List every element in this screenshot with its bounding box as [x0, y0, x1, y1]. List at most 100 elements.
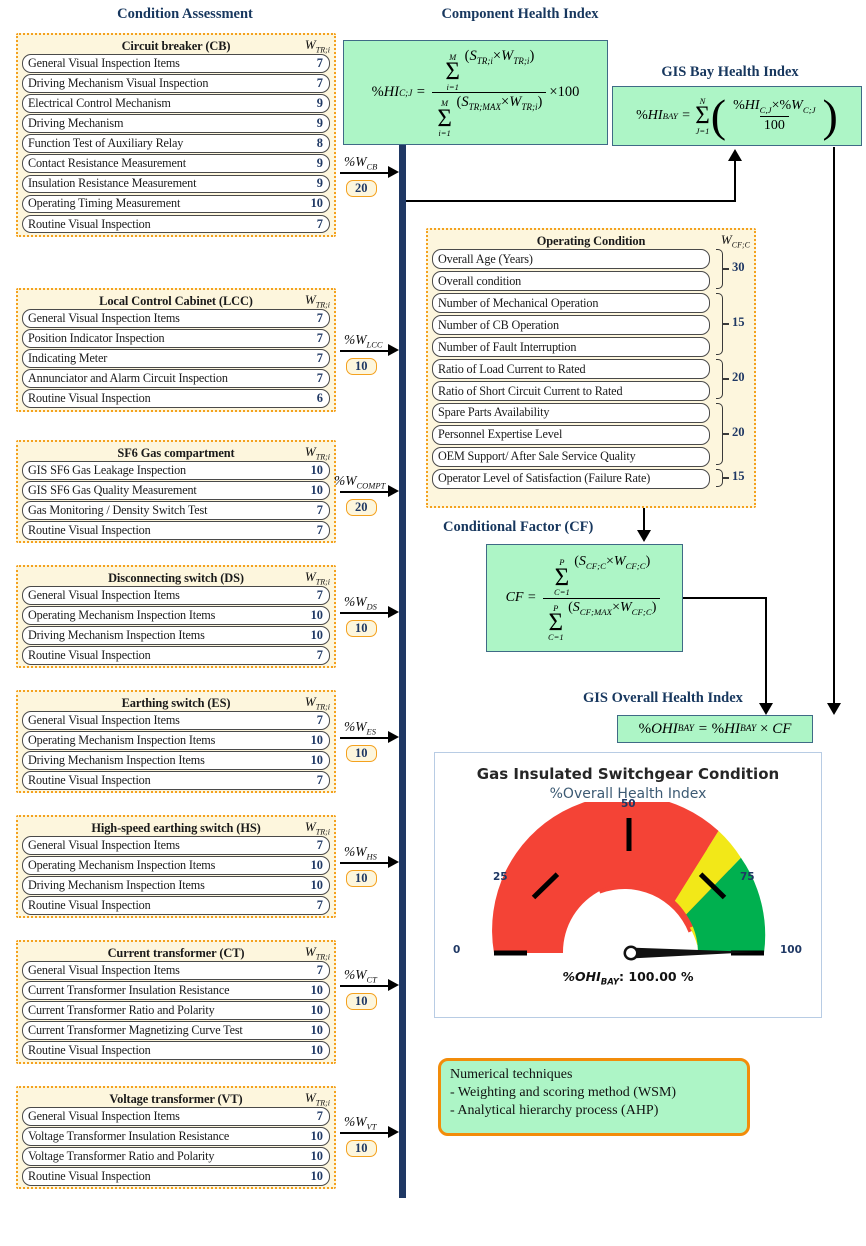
- weight-symbol-tr: WTR;i: [304, 292, 330, 310]
- assessment-row-label: GIS SF6 Gas Leakage Inspection: [28, 462, 186, 477]
- assessment-row[interactable]: Routine Visual Inspection 6: [22, 389, 330, 408]
- weight-arrow-line: [340, 985, 390, 987]
- assessment-row-weight: 7: [316, 587, 323, 602]
- assessment-row[interactable]: Operating Mechanism Inspection Items 10: [22, 731, 330, 750]
- operating-condition-brace-tick: [723, 433, 729, 435]
- gauge-value-label: %OHIBAY: 100.00 %: [562, 969, 694, 988]
- panel-title-high-speed-earthing-switch: High-speed earthing switch (HS): [91, 821, 261, 835]
- operating-condition-brace-tick: [723, 268, 729, 270]
- weight-arrow-line: [340, 350, 390, 352]
- assessment-row-weight: 10: [310, 1128, 323, 1143]
- assessment-row[interactable]: Driving Mechanism Inspection Items 10: [22, 626, 330, 645]
- operating-condition-row[interactable]: Ratio of Short Circuit Current to Rated: [432, 380, 710, 402]
- assessment-row-weight: 7: [316, 898, 323, 913]
- operating-condition-row[interactable]: Number of Mechanical Operation: [432, 292, 710, 314]
- assessment-row-label: Operating Mechanism Inspection Items: [28, 732, 216, 747]
- operating-condition-row[interactable]: Overall condition: [432, 270, 710, 292]
- assessment-row-weight: 10: [310, 196, 323, 211]
- operating-condition-brace-tick: [723, 378, 729, 380]
- weight-symbol-tr: WTR;i: [304, 37, 330, 55]
- assessment-row-label: Function Test of Auxiliary Relay: [28, 136, 184, 151]
- assessment-row[interactable]: Function Test of Auxiliary Relay 8: [22, 134, 330, 153]
- operating-condition-row-label: Ratio of Short Circuit Current to Rated: [438, 383, 623, 398]
- assessment-row[interactable]: Annunciator and Alarm Circuit Inspection…: [22, 369, 330, 388]
- gauge-card: Gas Insulated Switchgear Condition %Over…: [434, 752, 822, 1018]
- assessment-row-label: General Visual Inspection Items: [28, 310, 180, 325]
- assessment-row-weight: 7: [316, 502, 323, 517]
- assessment-row[interactable]: Driving Mechanism 9: [22, 114, 330, 133]
- assessment-row[interactable]: General Visual Inspection Items 7: [22, 961, 330, 980]
- operating-condition-row[interactable]: Operator Level of Satisfaction (Failure …: [432, 468, 710, 490]
- assessment-row[interactable]: Routine Visual Inspection 7: [22, 646, 330, 665]
- assessment-row-weight: 10: [310, 1023, 323, 1038]
- operating-condition-row[interactable]: Number of Fault Interruption: [432, 336, 710, 358]
- gauge-tick-label-25: 25: [493, 871, 508, 883]
- weight-symbol-tr: WTR;i: [304, 944, 330, 962]
- assessment-row-label: General Visual Inspection Items: [28, 712, 180, 727]
- assessment-row[interactable]: Insulation Resistance Measurement 9: [22, 174, 330, 194]
- assessment-row[interactable]: General Visual Inspection Items 7: [22, 711, 330, 730]
- assessment-row[interactable]: GIS SF6 Gas Quality Measurement 10: [22, 481, 330, 500]
- assessment-row[interactable]: Routine Visual Inspection 7: [22, 521, 330, 540]
- assessment-row[interactable]: Driving Mechanism Inspection Items 10: [22, 876, 330, 895]
- assessment-row[interactable]: Position Indicator Inspection 7: [22, 329, 330, 348]
- weight-symbol-tr: WTR;i: [304, 694, 330, 712]
- assessment-row[interactable]: Indicating Meter 7: [22, 349, 330, 368]
- assessment-row[interactable]: General Visual Inspection Items 7: [22, 836, 330, 855]
- operating-condition-row[interactable]: Number of CB Operation: [432, 314, 710, 336]
- assessment-row-label: Position Indicator Inspection: [28, 330, 165, 345]
- assessment-row[interactable]: Current Transformer Ratio and Polarity 10: [22, 1001, 330, 1020]
- assessment-row[interactable]: Voltage Transformer Ratio and Polarity 10: [22, 1147, 330, 1166]
- assessment-row[interactable]: Routine Visual Inspection 7: [22, 896, 330, 915]
- operating-condition-row[interactable]: Spare Parts Availability: [432, 402, 710, 424]
- operating-condition-row-label: Overall Age (Years): [438, 251, 533, 266]
- assessment-row[interactable]: Electrical Control Mechanism 9: [22, 94, 330, 113]
- assessment-row[interactable]: Routine Visual Inspection 10: [22, 1167, 330, 1186]
- heading-gis-bay-health-index: GIS Bay Health Index: [661, 64, 799, 80]
- panel-high-speed-earthing-switch: High-speed earthing switch (HS) WTR;i Gene…: [16, 815, 336, 919]
- assessment-row-label: Driving Mechanism: [28, 116, 124, 131]
- assessment-row-label: General Visual Inspection Items: [28, 55, 180, 70]
- assessment-row[interactable]: Driving Mechanism Inspection Items 10: [22, 751, 330, 770]
- assessment-row[interactable]: Voltage Transformer Insulation Resistanc…: [22, 1127, 330, 1146]
- assessment-row-weight: 10: [310, 732, 323, 747]
- assessment-row[interactable]: General Visual Inspection Items 7: [22, 54, 330, 73]
- assessment-row[interactable]: Operating Mechanism Inspection Items 10: [22, 856, 330, 875]
- weight-value-compt: 20: [346, 499, 377, 516]
- assessment-row-label: Current Transformer Insulation Resistanc…: [28, 982, 230, 997]
- operating-condition-row[interactable]: Ratio of Load Current to Rated: [432, 358, 710, 380]
- assessment-row[interactable]: Routine Visual Inspection 7: [22, 771, 330, 790]
- assessment-row[interactable]: Operating Timing Measurement 10: [22, 194, 330, 214]
- assessment-row[interactable]: Driving Mechanism Visual Inspection 7: [22, 74, 330, 93]
- assessment-row[interactable]: Routine Visual Inspection 10: [22, 1041, 330, 1060]
- assessment-row[interactable]: Operating Mechanism Inspection Items 10: [22, 606, 330, 625]
- assessment-row-label: General Visual Inspection Items: [28, 837, 180, 852]
- assessment-row[interactable]: Current Transformer Insulation Resistanc…: [22, 981, 330, 1000]
- assessment-row[interactable]: GIS SF6 Gas Leakage Inspection 10: [22, 461, 330, 480]
- operating-condition-row[interactable]: Overall Age (Years): [432, 249, 710, 270]
- assessment-row-weight: 7: [316, 837, 323, 852]
- assessment-row-label: Operating Mechanism Inspection Items: [28, 607, 216, 622]
- assessment-row[interactable]: Gas Monitoring / Density Switch Test 7: [22, 501, 330, 520]
- assessment-row[interactable]: General Visual Inspection Items 7: [22, 1107, 330, 1126]
- panel-disconnecting-switch: Disconnecting switch (DS) WTR;i General Vi…: [16, 565, 336, 669]
- assessment-row[interactable]: General Visual Inspection Items 7: [22, 586, 330, 605]
- assessment-row-label: General Visual Inspection Items: [28, 962, 180, 977]
- assessment-row-weight: 7: [316, 523, 323, 538]
- operating-condition-row[interactable]: Personnel Expertise Level: [432, 424, 710, 446]
- assessment-row-label: Routine Visual Inspection: [28, 773, 151, 788]
- assessment-row[interactable]: Contact Resistance Measurement 9: [22, 154, 330, 173]
- assessment-row[interactable]: Current Transformer Magnetizing Curve Te…: [22, 1021, 330, 1040]
- weight-arrow-head: [388, 606, 399, 618]
- formula-gis-overall-health-index: % OHI BAY = % HI BAY × CF: [617, 715, 813, 743]
- assessment-row-label: GIS SF6 Gas Quality Measurement: [28, 482, 197, 497]
- operating-condition-row[interactable]: OEM Support/ After Sale Service Quality: [432, 446, 710, 468]
- main-flow-spine: [399, 43, 406, 1198]
- heading-condition-assessment: Condition Assessment: [117, 6, 253, 22]
- assessment-row[interactable]: General Visual Inspection Items 7: [22, 309, 330, 328]
- weight-arrow-ct: %WCT 10: [340, 968, 406, 1014]
- assessment-row-label: Current Transformer Magnetizing Curve Te…: [28, 1023, 243, 1038]
- panel-earthing-switch: Earthing switch (ES) WTR;i General Visual …: [16, 690, 336, 794]
- assessment-row[interactable]: Routine Visual Inspection 7: [22, 214, 330, 234]
- note-line-2: - Weighting and scoring method (WSM): [450, 1084, 677, 1100]
